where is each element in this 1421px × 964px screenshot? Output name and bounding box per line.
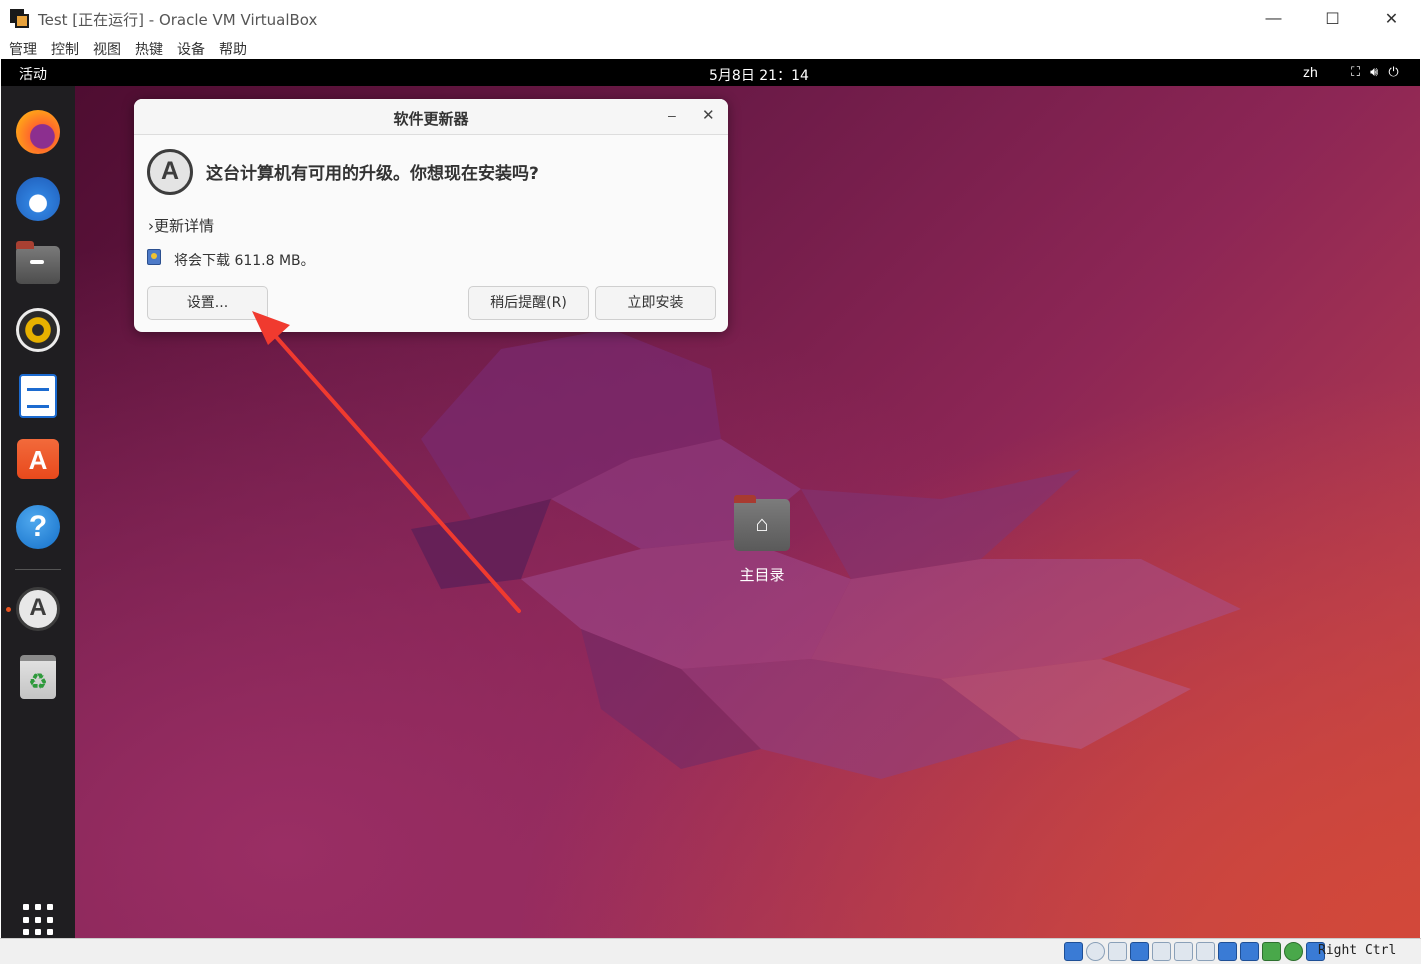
hard-disk-icon[interactable] <box>1064 942 1083 961</box>
gnome-topbar: 活动 5月8日 21：14 zh ⛶ 🔊︎ ⏻ <box>1 59 1420 86</box>
input-language-indicator[interactable]: zh <box>1303 64 1318 80</box>
host-key-label: Right Ctrl <box>1318 943 1397 958</box>
menu-manage[interactable]: 管理 <box>9 39 37 59</box>
activities-button[interactable]: 活动 <box>19 64 47 84</box>
remind-later-button[interactable]: 稍后提醒(R) <box>468 286 589 320</box>
libreoffice-writer-icon[interactable] <box>19 374 57 418</box>
dialog-header: 软件更新器 – ✕ <box>134 99 728 135</box>
menu-view[interactable]: 视图 <box>93 39 121 59</box>
show-applications-icon[interactable] <box>23 904 55 936</box>
download-size-text: 将会下载 611.8 MB。 <box>174 253 315 269</box>
menu-help[interactable]: 帮助 <box>219 39 247 59</box>
wallpaper-jellyfish <box>411 329 1241 779</box>
close-button[interactable]: ✕ <box>1362 0 1421 38</box>
minimize-button[interactable]: — <box>1244 0 1303 38</box>
software-updater-logo-icon: A <box>147 149 193 195</box>
clock[interactable]: 5月8日 21：14 <box>709 65 809 85</box>
settings-button[interactable]: 设置... <box>147 286 268 320</box>
home-folder-label[interactable]: 主目录 <box>716 564 808 585</box>
ubuntu-software-icon[interactable]: A <box>17 439 59 479</box>
host-window-title: Test [正在运行] - Oracle VM VirtualBox <box>38 10 318 29</box>
maximize-button[interactable]: ☐ <box>1303 0 1362 38</box>
display-icon[interactable] <box>1196 942 1215 961</box>
software-updater-icon[interactable]: A <box>16 587 60 631</box>
help-icon[interactable]: ? <box>16 505 60 549</box>
host-titlebar: Test [正在运行] - Oracle VM VirtualBox — ☐ ✕ <box>0 0 1421 38</box>
volume-icon: 🔊︎ <box>1370 64 1379 79</box>
rhythmbox-icon[interactable] <box>16 308 60 352</box>
dock-separator <box>15 569 61 570</box>
dock: A ? A ♻ <box>1 86 75 938</box>
shared-folders-icon[interactable] <box>1174 942 1193 961</box>
menu-hotkeys[interactable]: 热键 <box>135 39 163 59</box>
dialog-title: 软件更新器 <box>393 110 469 128</box>
thunderbird-icon[interactable] <box>16 177 60 221</box>
dialog-question: 这台计算机有可用的升级。你想现在安装吗? <box>206 164 539 184</box>
guest-additions-icon[interactable] <box>1240 942 1259 961</box>
audio-icon[interactable] <box>1108 942 1127 961</box>
virtualbox-statusbar: Right Ctrl <box>0 938 1421 964</box>
virtualbox-logo-icon <box>10 9 30 29</box>
mouse-integration-icon[interactable] <box>1284 942 1303 961</box>
system-tray[interactable]: ⛶ 🔊︎ ⏻ <box>1351 64 1399 80</box>
power-icon: ⏻ <box>1388 64 1399 79</box>
recording-icon[interactable] <box>1218 942 1237 961</box>
dialog-minimize-button[interactable]: – <box>668 107 676 123</box>
menu-control[interactable]: 控制 <box>51 39 79 59</box>
guest-screen: 活动 5月8日 21：14 zh ⛶ 🔊︎ ⏻ A ? A ♻ ⌂ 主目录 软件… <box>1 59 1420 938</box>
usb-icon[interactable] <box>1152 942 1171 961</box>
network-icon: ⛶ <box>1351 64 1361 79</box>
software-updater-dialog: 软件更新器 – ✕ A 这台计算机有可用的升级。你想现在安装吗? ›更新详情 将… <box>134 99 728 332</box>
files-icon[interactable] <box>16 241 60 284</box>
home-folder-icon[interactable]: ⌂ <box>734 495 790 551</box>
host-menubar: 管理 控制 视图 热键 设备 帮助 <box>0 38 1421 59</box>
dialog-close-button[interactable]: ✕ <box>702 106 715 124</box>
network-adapter-icon[interactable] <box>1130 942 1149 961</box>
install-now-button[interactable]: 立即安装 <box>595 286 716 320</box>
update-details-expander[interactable]: ›更新详情 <box>148 215 214 236</box>
firefox-icon[interactable] <box>16 110 60 154</box>
cpu-activity-icon[interactable] <box>1262 942 1281 961</box>
optical-drive-icon[interactable] <box>1086 942 1105 961</box>
trash-icon[interactable]: ♻ <box>20 655 56 699</box>
running-indicator <box>6 607 11 612</box>
package-icon <box>147 249 161 265</box>
menu-devices[interactable]: 设备 <box>177 39 205 59</box>
